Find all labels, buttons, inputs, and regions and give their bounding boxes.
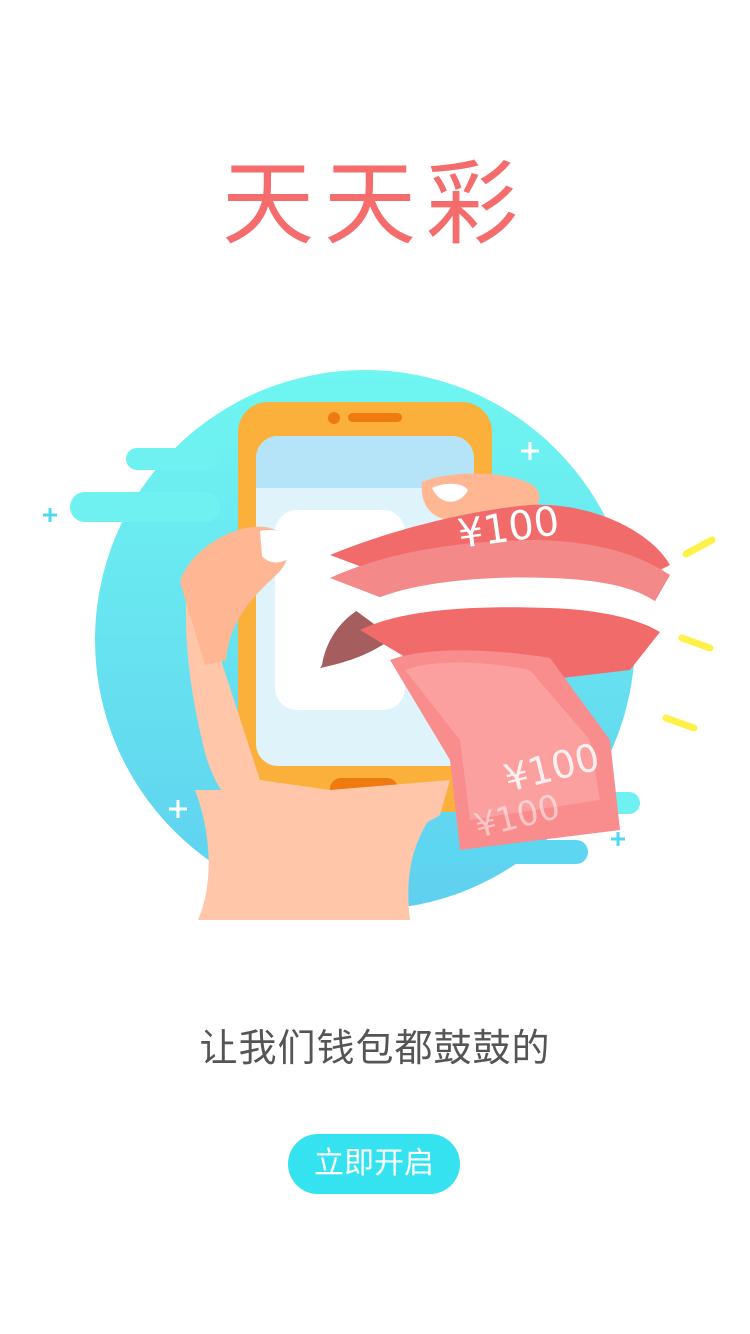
tagline: 让我们钱包都鼓鼓的 [199, 1026, 551, 1070]
burst-lines [662, 536, 716, 732]
hero-illustration: ¥100 ¥100 ¥100 [43, 370, 716, 920]
app-title: 天天彩 [221, 151, 528, 258]
start-button[interactable]: 立即开启 [288, 1134, 460, 1194]
